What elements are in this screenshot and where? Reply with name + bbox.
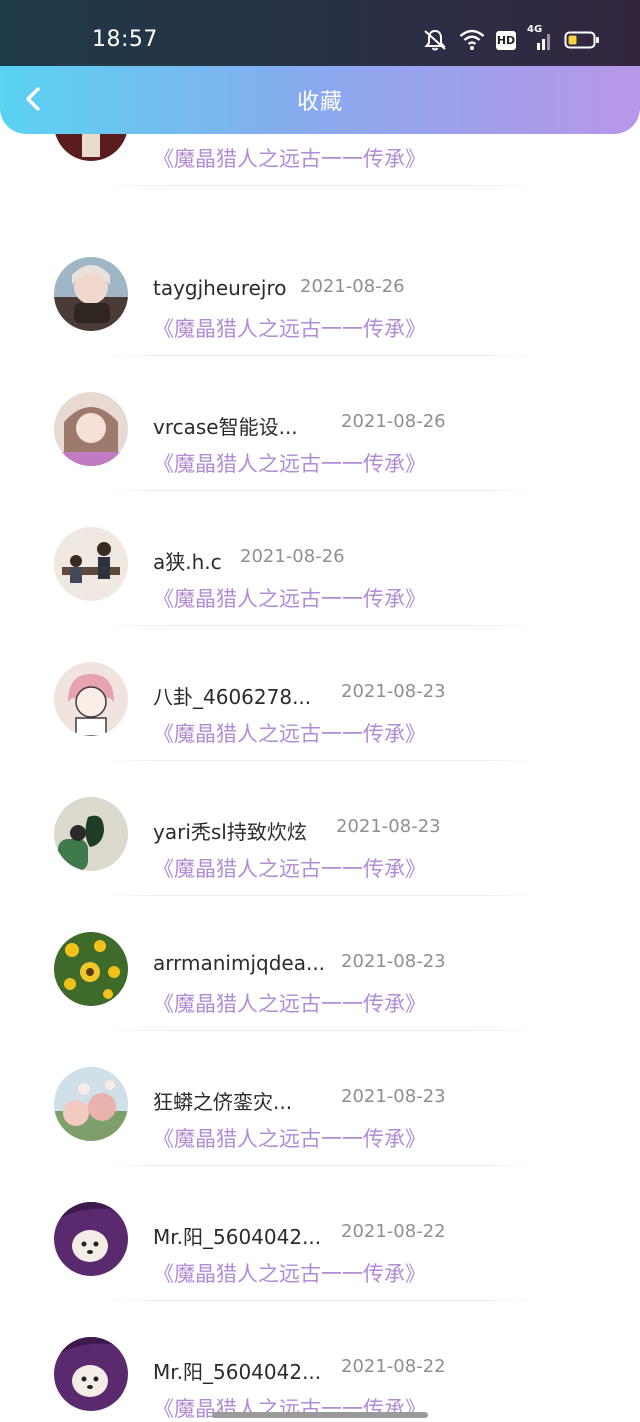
avatar[interactable] [54,932,128,1006]
work-title[interactable]: 《魔晶猎人之远古一一传承》 [153,718,426,748]
avatar[interactable] [54,257,128,331]
user-name: 狂蟒之侪銮灾... [153,1090,293,1114]
status-icons: HD 4G [422,24,600,54]
favorite-date: 2021-08-23 [336,816,441,837]
favorite-date: 2021-08-23 [341,1086,446,1107]
work-title[interactable]: 《魔晶猎人之远古一一传承》 [153,988,426,1018]
avatar[interactable] [54,1202,128,1276]
list-item[interactable]: vrcase智能设... 2021-08-26 《魔晶猎人之远古一一传承》 [0,356,640,491]
work-title[interactable]: 《魔晶猎人之远古一一传承》 [153,143,426,173]
avatar[interactable] [54,662,128,736]
page-title: 收藏 [296,90,343,115]
wifi-icon [459,29,485,51]
home-indicator[interactable] [212,1412,428,1418]
favorite-date: 2021-08-26 [341,411,446,432]
list-item[interactable]: Mr.阳_5604042... 2021-08-22 《魔晶猎人之远古一一传承》 [0,1166,640,1301]
list-item[interactable]: 八卦_4606278... 2021-08-23 《魔晶猎人之远古一一传承》 [0,626,640,761]
list-item[interactable]: taygjheurejro 2021-08-26 《魔晶猎人之远古一一传承》 [0,221,640,356]
user-name: Mr.阳_5604042... [153,1360,322,1384]
user-name: 八卦_4606278... [153,685,312,709]
user-name: vrcase智能设... [153,415,298,439]
avatar[interactable] [54,392,128,466]
user-name: a狭.h.c [153,550,222,574]
list-item[interactable]: Mr.阳_5604042... 2021-08-22 《魔晶猎人之远古一一传承》 [0,1301,640,1422]
favorite-date: 2021-08-23 [341,951,446,972]
work-title[interactable]: 《魔晶猎人之远古一一传承》 [153,853,426,883]
work-title[interactable]: 《魔晶猎人之远古一一传承》 [153,313,426,343]
status-time: 18:57 [92,27,158,52]
avatar[interactable] [54,1337,128,1411]
favorite-date: 2021-08-26 [300,276,405,297]
avatar[interactable] [54,797,128,871]
user-name: taygjheurejro [153,276,287,300]
work-title[interactable]: 《魔晶猎人之远古一一传承》 [153,1123,426,1153]
favorite-date: 2021-08-22 [341,1221,446,1242]
favorite-date: 2021-08-26 [240,546,345,567]
list-item[interactable]: arrmanimjqdea... 2021-08-23 《魔晶猎人之远古一一传承… [0,896,640,1031]
avatar[interactable] [54,527,128,601]
work-title[interactable]: 《魔晶猎人之远古一一传承》 [153,1258,426,1288]
work-title[interactable]: 《魔晶猎人之远古一一传承》 [153,448,426,478]
list-item[interactable]: yari秃sl持致炊炫 2021-08-23 《魔晶猎人之远古一一传承》 [0,761,640,896]
favorite-date: 2021-08-22 [341,1356,446,1377]
avatar[interactable] [54,1067,128,1141]
mute-bell-icon [422,28,448,52]
hd-icon: HD [496,30,516,50]
signal-icon: 4G [527,24,553,52]
divider [100,185,540,186]
list-item[interactable]: 狂蟒之侪銮灾... 2021-08-23 《魔晶猎人之远古一一传承》 [0,1031,640,1166]
favorite-date: 2021-08-23 [341,681,446,702]
app-header: 收藏 [0,66,640,134]
work-title[interactable]: 《魔晶猎人之远古一一传承》 [153,583,426,613]
user-name: Mr.阳_5604042... [153,1225,322,1249]
battery-icon [564,30,600,50]
user-name: arrmanimjqdea... [153,951,326,975]
list-item[interactable]: a狭.h.c 2021-08-26 《魔晶猎人之远古一一传承》 [0,491,640,626]
user-name: yari秃sl持致炊炫 [153,820,307,844]
